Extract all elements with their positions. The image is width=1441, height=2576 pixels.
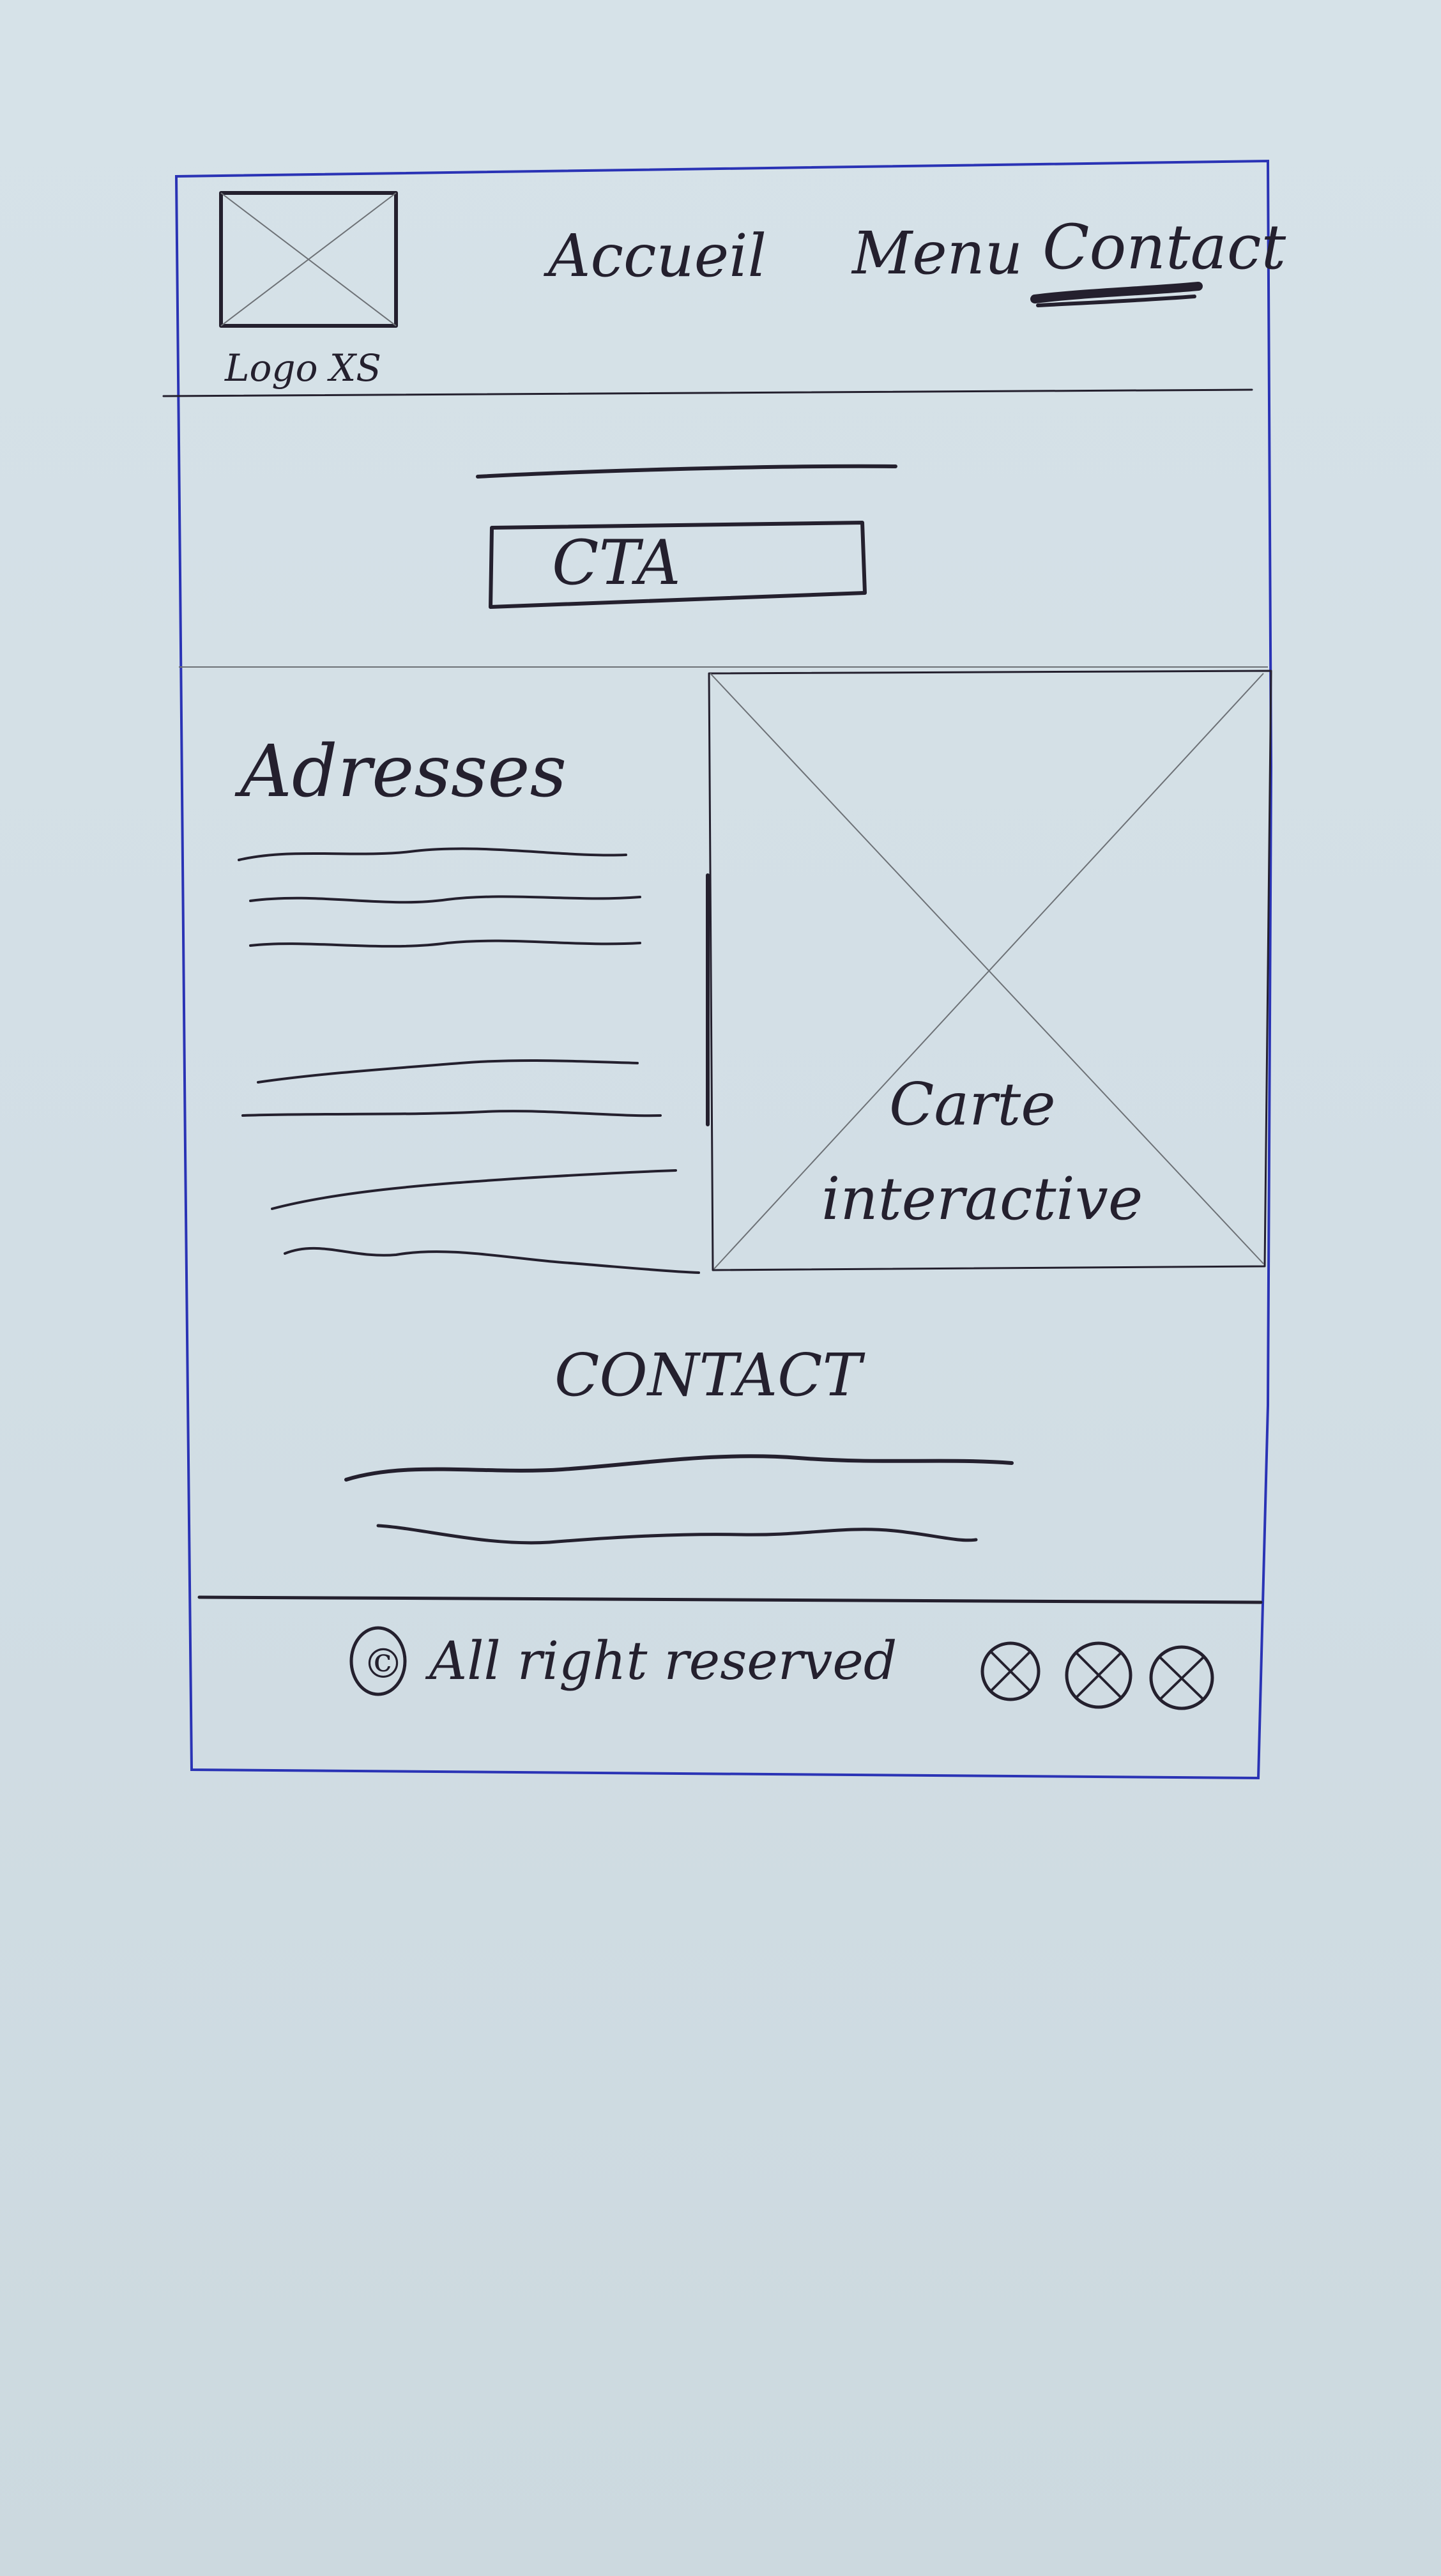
- map-label-line2: interactive: [821, 1165, 1143, 1233]
- wireframe-sketch: Logo XS Accueil Menu Contact CTA Adresse…: [162, 159, 1286, 1780]
- footer-divider: [197, 1595, 1263, 1604]
- nav-item-menu[interactable]: Menu: [851, 219, 1023, 288]
- nav-item-accueil[interactable]: Accueil: [543, 222, 766, 290]
- nav-item-contact[interactable]: Contact: [1042, 211, 1286, 283]
- copyright-symbol: ©: [363, 1641, 404, 1688]
- interactive-map[interactable]: Carte interactive: [706, 670, 1272, 1271]
- hero-title-line: [476, 464, 897, 479]
- logo[interactable]: [219, 191, 398, 328]
- hero-section: CTA: [179, 464, 1268, 668]
- map-label-line1: Carte: [889, 1070, 1056, 1138]
- cta-button-label: CTA: [552, 527, 681, 599]
- header: Logo XS Accueil Menu Contact: [162, 191, 1286, 397]
- copyright-text: All right reserved: [425, 1631, 897, 1692]
- contact-text-line-2: [376, 1524, 978, 1545]
- social-icon-2[interactable]: [1065, 1641, 1132, 1709]
- contact-section: CONTACT: [197, 1341, 1263, 1604]
- address-text-lines: [238, 847, 700, 1274]
- addresses-title: Adresses: [234, 730, 567, 813]
- contact-text-line-1: [344, 1454, 1014, 1482]
- cta-button[interactable]: CTA: [489, 521, 867, 609]
- social-icon-3[interactable]: [1149, 1645, 1214, 1710]
- contact-title: CONTACT: [554, 1341, 865, 1409]
- header-divider: [162, 388, 1253, 397]
- footer: © All right reserved: [349, 1626, 1214, 1710]
- social-icon-1[interactable]: [980, 1641, 1041, 1701]
- addresses-section: Adresses: [234, 730, 700, 1274]
- logo-label: Logo XS: [224, 346, 381, 390]
